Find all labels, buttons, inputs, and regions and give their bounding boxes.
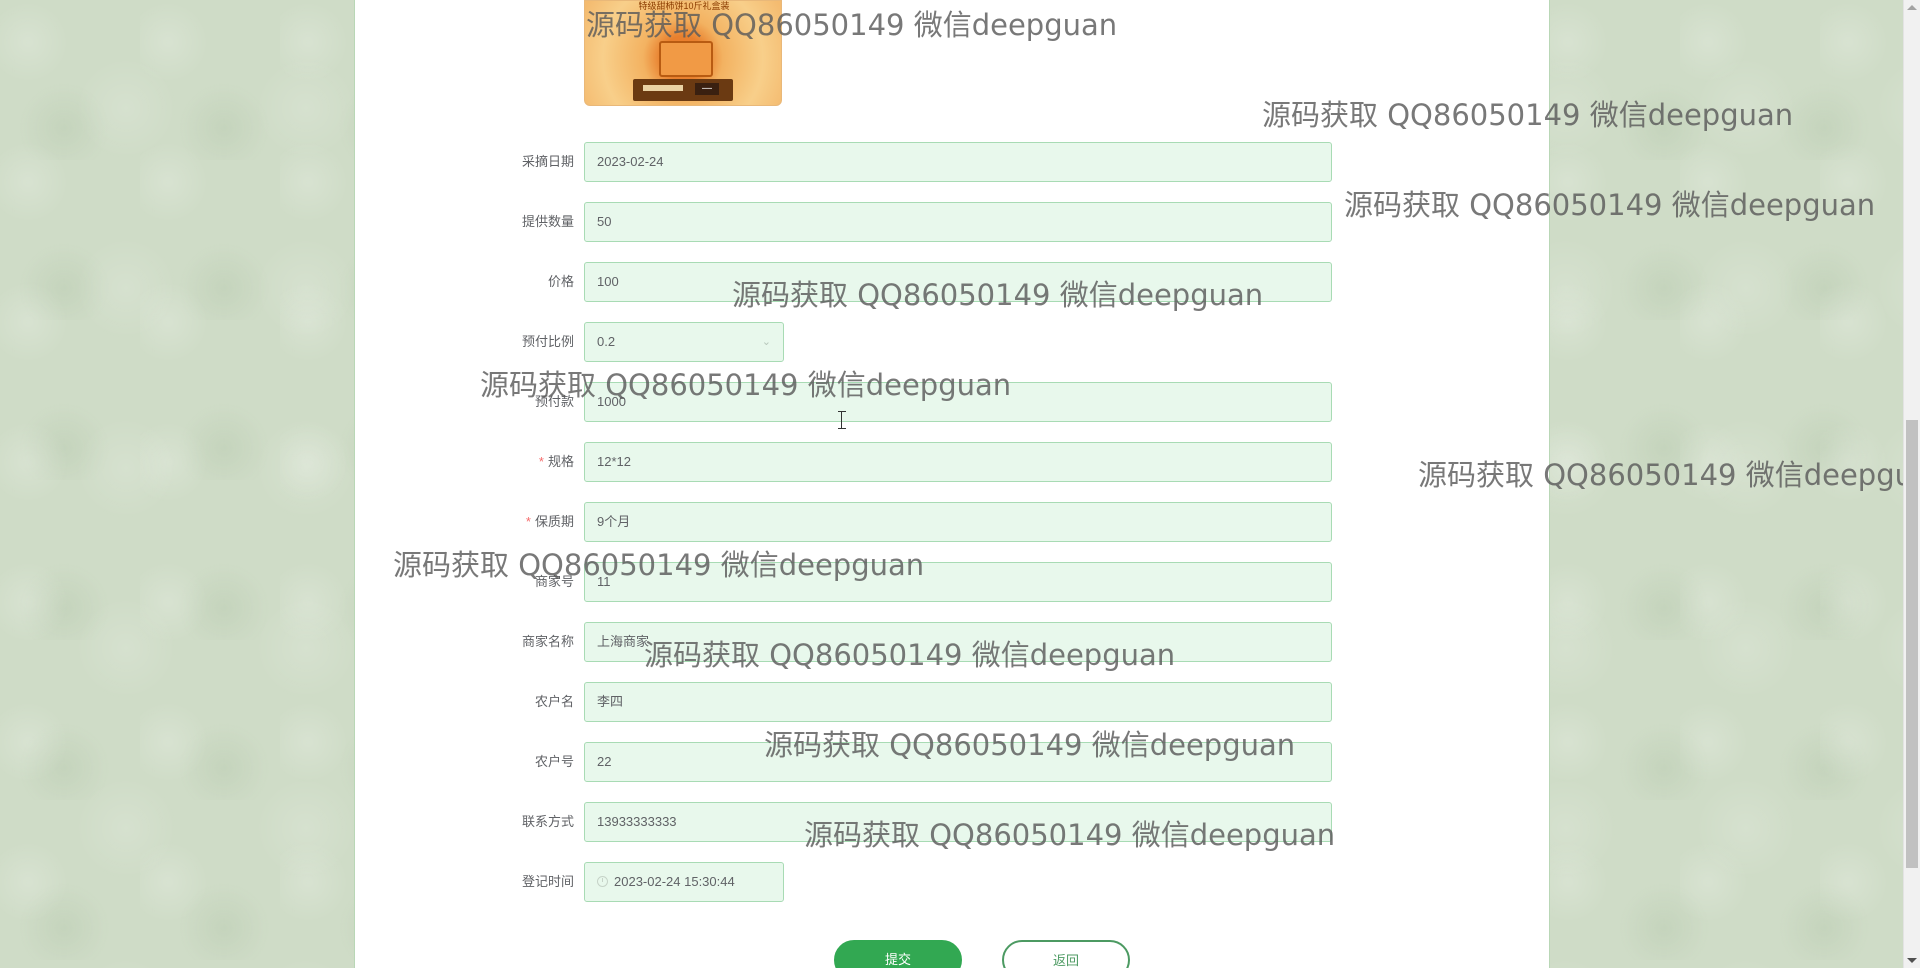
form-row-shelf-life: * 保质期 9个月 — [470, 502, 1334, 542]
pick-date-input[interactable]: 2023-02-24 — [584, 142, 1332, 182]
form-row-merchant-id: 商家号 11 — [470, 562, 1334, 602]
vertical-scrollbar[interactable] — [1903, 0, 1920, 968]
form-row-register-time: 登记时间 2023-02-24 15:30:44 — [470, 862, 1334, 902]
scroll-down-icon[interactable] — [1907, 958, 1917, 963]
register-time-picker[interactable]: 2023-02-24 15:30:44 — [584, 862, 784, 902]
form-row-supply-quantity: 提供数量 50 — [470, 202, 1334, 242]
product-tray-label — [643, 85, 683, 91]
form-row-prepay-ratio: 预付比例 0.2 ⌄ — [470, 322, 1334, 362]
form-row-farmer-id: 农户号 22 — [470, 742, 1334, 782]
field-label: 提供数量 — [521, 214, 574, 229]
shelf-life-input[interactable]: 9个月 — [584, 502, 1332, 542]
back-button[interactable]: 返回 — [1002, 940, 1130, 968]
form-row-prepayment: 预付款 1000 — [470, 382, 1334, 422]
field-label: 价格 — [547, 274, 574, 289]
required-mark: * — [525, 514, 531, 529]
product-tray-button: — — [695, 83, 719, 95]
field-label: 登记时间 — [521, 874, 574, 889]
submit-button[interactable]: 提交 — [834, 940, 962, 968]
field-label: 农户号 — [534, 754, 574, 769]
farmer-id-input[interactable]: 22 — [584, 742, 1332, 782]
product-box-graphic — [659, 41, 713, 77]
field-label: 商家名称 — [521, 634, 574, 649]
product-image: 特级甜柿饼10斤礼盒装 — — [584, 0, 782, 106]
field-label: 农户名 — [534, 694, 574, 709]
scrollbar-thumb[interactable] — [1906, 420, 1918, 868]
field-label: * 保质期 — [525, 514, 574, 529]
form-row-price: 价格 100 — [470, 262, 1334, 302]
chevron-down-icon: ⌄ — [761, 336, 771, 348]
form-row-farmer-name: 农户名 李四 — [470, 682, 1334, 722]
farmer-name-input[interactable]: 李四 — [584, 682, 1332, 722]
scroll-up-icon[interactable] — [1907, 5, 1917, 10]
form-row-spec: * 规格 12*12 — [470, 442, 1334, 482]
prepay-ratio-value: 0.2 — [597, 334, 616, 349]
clock-icon — [597, 876, 608, 887]
product-image-banner: 特级甜柿饼10斤礼盒装 — [638, 1, 730, 11]
register-time-value: 2023-02-24 15:30:44 — [614, 874, 735, 889]
prepayment-input[interactable]: 1000 — [584, 382, 1332, 422]
supply-quantity-input[interactable]: 50 — [584, 202, 1332, 242]
prepay-ratio-select[interactable]: 0.2 ⌄ — [584, 322, 784, 362]
field-label: 商家号 — [534, 574, 574, 589]
required-mark: * — [538, 454, 544, 469]
field-label: 预付比例 — [521, 334, 574, 349]
field-label: 联系方式 — [521, 814, 574, 829]
merchant-id-input[interactable]: 11 — [584, 562, 1332, 602]
form-row-merchant-name: 商家名称 上海商家 — [470, 622, 1334, 662]
form-row-pick-date: 采摘日期 2023-02-24 — [470, 142, 1334, 182]
field-label: 采摘日期 — [521, 154, 574, 169]
price-input[interactable]: 100 — [584, 262, 1332, 302]
contact-input[interactable]: 13933333333 — [584, 802, 1332, 842]
spec-input[interactable]: 12*12 — [584, 442, 1332, 482]
text-cursor-icon — [838, 411, 846, 429]
field-label: 预付款 — [534, 394, 574, 409]
field-label: * 规格 — [538, 454, 574, 469]
merchant-name-input[interactable]: 上海商家 — [584, 622, 1332, 662]
form-row-contact: 联系方式 13933333333 — [470, 802, 1334, 842]
